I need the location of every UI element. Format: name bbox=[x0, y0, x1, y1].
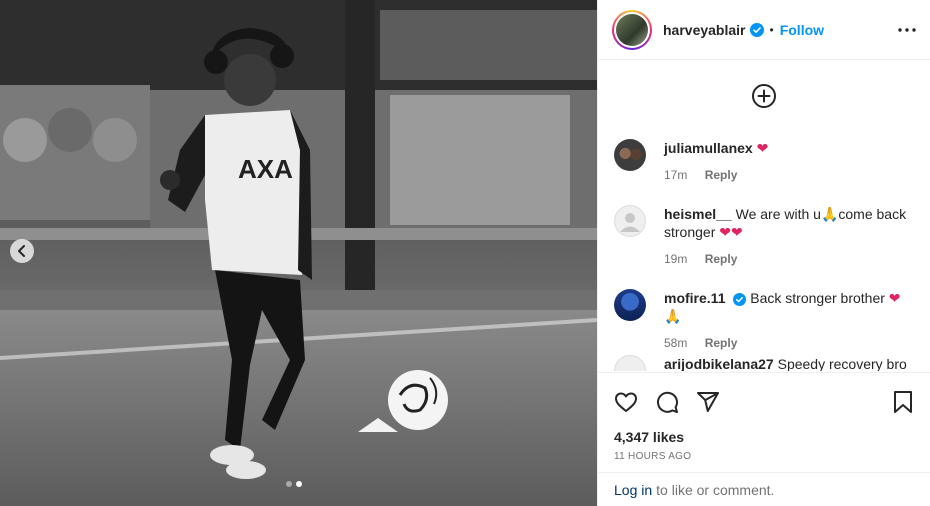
comments-list[interactable]: juliamullanex ❤ 17m Reply heismel__ We a… bbox=[598, 61, 930, 371]
carousel-prev-button[interactable] bbox=[10, 239, 34, 263]
bookmark-icon[interactable] bbox=[892, 390, 914, 414]
author-avatar[interactable] bbox=[612, 9, 652, 50]
comment-text: Back stronger brother bbox=[750, 290, 885, 306]
author-username[interactable]: harveyablair bbox=[663, 22, 746, 38]
commenter-avatar[interactable] bbox=[614, 355, 646, 371]
login-link[interactable]: Log in bbox=[614, 482, 652, 498]
comment-icon[interactable] bbox=[655, 390, 679, 414]
comment-username[interactable]: heismel__ bbox=[664, 206, 732, 222]
reply-button[interactable]: Reply bbox=[705, 252, 738, 266]
comment-time: 19m bbox=[664, 252, 688, 266]
verified-badge-icon bbox=[733, 292, 747, 306]
chevron-left-icon bbox=[18, 245, 25, 257]
comment-time: 17m bbox=[664, 168, 688, 182]
more-options-icon[interactable] bbox=[898, 27, 916, 32]
share-icon[interactable] bbox=[696, 390, 720, 414]
comment-time: 58m bbox=[664, 336, 688, 350]
carousel-dot-active bbox=[296, 481, 302, 487]
post-photo: AXA bbox=[0, 0, 597, 506]
login-prompt: Log in to like or comment. bbox=[598, 472, 930, 506]
avatar-image bbox=[616, 13, 648, 46]
load-more-comments[interactable] bbox=[598, 61, 930, 131]
comment-username[interactable]: mofire.11 bbox=[664, 290, 725, 306]
reply-button[interactable]: Reply bbox=[705, 168, 738, 182]
commenter-avatar[interactable] bbox=[614, 205, 646, 237]
likes-count[interactable]: 4,347 likes bbox=[598, 417, 930, 445]
follow-button[interactable]: Follow bbox=[780, 22, 824, 38]
header-separator: • bbox=[769, 22, 774, 37]
comment-item: mofire.11 Back stronger brother ❤ 🙏 58m R… bbox=[614, 289, 914, 352]
default-avatar-icon bbox=[614, 205, 646, 237]
heart-emoji: ❤ bbox=[756, 140, 769, 156]
commenter-avatar[interactable] bbox=[614, 289, 646, 321]
carousel-indicator bbox=[286, 481, 302, 487]
heart-emoji: ❤❤ bbox=[719, 224, 743, 240]
post-header: harveyablair • Follow bbox=[598, 0, 930, 60]
heart-emoji: ❤ bbox=[888, 290, 901, 306]
post-media[interactable]: AXA bbox=[0, 0, 597, 506]
pray-emoji: 🙏 bbox=[664, 308, 682, 324]
login-prompt-text: to like or comment. bbox=[656, 481, 775, 498]
reply-button[interactable]: Reply bbox=[705, 336, 738, 350]
verified-badge-icon bbox=[749, 22, 764, 37]
comment-text: Speedy recovery bro bbox=[777, 356, 907, 371]
commenter-avatar[interactable] bbox=[614, 139, 646, 171]
pray-emoji: 🙏 bbox=[820, 206, 839, 222]
post-actions: 4,347 likes 11 HOURS AGO bbox=[598, 372, 930, 472]
svg-text:AXA: AXA bbox=[238, 154, 293, 184]
heart-icon[interactable] bbox=[614, 390, 638, 414]
comment-username[interactable]: arijodbikelana27 bbox=[664, 356, 774, 371]
comment-item: arijodbikelana27 Speedy recovery bro bbox=[614, 355, 914, 371]
post-sidebar: harveyablair • Follow juliamullanex ❤ 17… bbox=[597, 0, 930, 506]
comment-item: juliamullanex ❤ 17m Reply bbox=[614, 139, 914, 184]
plus-circle-icon[interactable] bbox=[751, 83, 777, 109]
post-timestamp: 11 HOURS AGO bbox=[614, 451, 692, 462]
carousel-dot bbox=[286, 481, 292, 487]
comment-text: We are with u bbox=[735, 206, 821, 222]
comment-item: heismel__ We are with u🙏come back strong… bbox=[614, 205, 914, 268]
comment-username[interactable]: juliamullanex bbox=[664, 140, 753, 156]
